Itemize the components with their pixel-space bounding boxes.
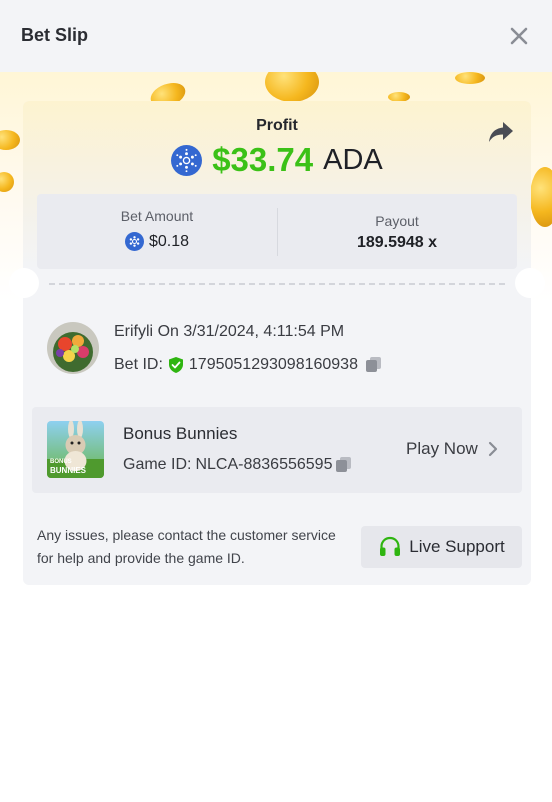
- bet-amount-label: Bet Amount: [120, 208, 194, 224]
- game-name[interactable]: Bonus Bunnies: [123, 424, 237, 444]
- share-arrow-icon[interactable]: [487, 119, 515, 145]
- profit-value: $33.74: [212, 141, 314, 178]
- payout-stat: Payout 189.5948 x: [277, 194, 517, 269]
- verified-shield-icon: [168, 356, 183, 373]
- bet-amount-stat: Bet Amount $0.18: [37, 194, 277, 269]
- cardano-icon: [171, 144, 203, 176]
- live-support-label: Live Support: [409, 537, 505, 556]
- headset-icon: [380, 536, 401, 556]
- coin-decoration: [455, 72, 485, 84]
- bet-amount-value: $0.18: [148, 232, 190, 250]
- ticket-notch-right: [515, 268, 545, 298]
- bet-slip-card: Profit $33.74 ADA Bet Amount $0.18 Payou…: [9, 101, 545, 585]
- ticket-notch-left: [9, 268, 39, 298]
- copy-icon[interactable]: [364, 355, 383, 374]
- game-thumb-logo: BONUS BUNNIES: [50, 459, 86, 475]
- bet-id-value: 1795051293098160938: [188, 355, 358, 373]
- game-thumb-logo-line: BONUS: [50, 459, 72, 465]
- coin-decoration: [265, 72, 319, 102]
- game-thumb-logo-line: BUNNIES: [50, 466, 87, 475]
- help-text: Any issues, please contact the customer …: [37, 527, 336, 566]
- play-now-button[interactable]: Play Now: [406, 439, 500, 459]
- bet-slip-header: Bet Slip: [0, 0, 552, 72]
- play-now-label: Play Now: [406, 439, 478, 458]
- bet-stats: Bet Amount $0.18 Payout 189.5948 x: [37, 194, 517, 269]
- profit-row: $33.74 ADA: [23, 141, 531, 179]
- coin-decoration: [0, 130, 20, 150]
- ticket-divider: [49, 283, 505, 285]
- copy-icon[interactable]: [334, 455, 353, 474]
- cardano-icon: [124, 232, 144, 251]
- bet-user-line: Erifyli On 3/31/2024, 4:11:54 PM: [114, 323, 344, 341]
- username[interactable]: Erifyli: [114, 323, 153, 340]
- avatar: [47, 322, 99, 374]
- chevron-right-icon: [488, 441, 497, 457]
- game-id-value: NLCA-8836556595: [195, 455, 333, 473]
- close-icon[interactable]: [505, 22, 533, 50]
- bet-amount-value-row: $0.18: [37, 232, 277, 251]
- profit-currency: ADA: [323, 143, 383, 176]
- profit-label: Profit: [256, 117, 298, 134]
- coin-decoration: [0, 172, 14, 192]
- payout-value: 189.5948 x: [356, 234, 438, 251]
- page-title: Bet Slip: [21, 25, 89, 45]
- bet-id-label: Bet ID:: [114, 355, 163, 373]
- game-id-label: Game ID:: [123, 455, 192, 473]
- coin-decoration: [530, 167, 552, 227]
- bet-datetime: On 3/31/2024, 4:11:54 PM: [157, 323, 345, 340]
- game-info-box: BONUS BUNNIES Bonus Bunnies Game ID: NLC…: [32, 407, 522, 493]
- bet-id-line: Bet ID: 1795051293098160938: [114, 355, 383, 374]
- game-id-line: Game ID: NLCA-8836556595: [123, 455, 353, 474]
- payout-label: Payout: [375, 213, 419, 229]
- live-support-button[interactable]: Live Support: [361, 526, 522, 568]
- game-thumbnail[interactable]: BONUS BUNNIES: [47, 421, 104, 478]
